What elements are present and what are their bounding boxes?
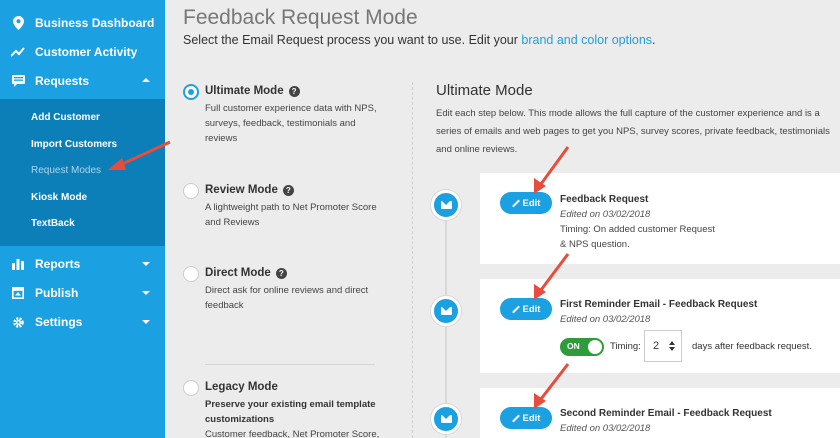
mode-option-review[interactable]: Review Mode? A lightweight path to Net P… [183,183,383,233]
days-value: 2 [653,340,660,352]
envelope-icon [440,415,452,423]
mode-option-direct[interactable]: Direct Mode? Direct ask for online revie… [183,266,383,316]
section-description: Edit each step below. This mode allows t… [436,108,830,155]
chevron-down-icon [142,320,150,324]
step-card-second-reminder: Edit Second Reminder Email - Feedback Re… [480,388,840,438]
submenu-item-add-customer[interactable]: Add Customer [0,105,165,132]
chevron-down-icon [142,262,150,266]
sidebar-item-business-dashboard[interactable]: Business Dashboard [0,8,165,37]
radio-ultimate-mode[interactable] [183,84,199,100]
mode-description: Full customer experience data with NPS, … [205,103,377,144]
chevron-down-icon [142,291,150,295]
mode-option-ultimate[interactable]: Ultimate Mode? Full customer experience … [183,84,383,154]
mode-description-strong: Preserve your existing email template cu… [205,399,376,425]
days-after-label: days after feedback request. [692,341,812,352]
pencil-icon [512,415,519,422]
step-title: Second Reminder Email - Feedback Request [560,408,772,419]
sidebar-item-settings[interactable]: Settings [0,308,165,337]
sidebar-item-requests[interactable]: Requests [0,66,165,95]
envelope-icon [440,307,452,315]
step-title: Feedback Request [560,194,649,205]
submenu-item-kiosk-mode[interactable]: Kiosk Mode [0,185,165,212]
step-email-icon [431,296,461,326]
sidebar-item-label: Customer Activity [35,44,138,59]
help-icon[interactable]: ? [288,85,300,97]
step-email-icon [431,404,461,434]
radio-legacy-mode[interactable] [183,380,199,396]
submenu-item-import-customers[interactable]: Import Customers [0,132,165,159]
message-icon [11,74,25,88]
step-card-first-reminder: Edit First Reminder Email - Feedback Req… [480,279,840,373]
step-edited-date: Edited on 03/02/2018 [560,314,651,325]
pencil-icon [512,306,519,313]
sidebar-item-label: Settings [35,315,83,329]
days-stepper[interactable]: 2 [644,330,682,362]
mode-description: Direct ask for online reviews and direct… [205,285,369,311]
sidebar-item-label: Requests [35,73,90,88]
mode-option-legacy[interactable]: Legacy Mode Preserve your existing email… [183,380,383,438]
edit-button[interactable]: Edit [500,407,552,429]
page-title: Feedback Request Mode [183,6,418,29]
pencil-icon [512,200,519,207]
section-title: Ultimate Mode [436,82,533,99]
publish-icon [11,286,25,300]
step-card-feedback-request: Edit Feedback Request Edited on 03/02/20… [480,173,840,264]
edit-button[interactable]: Edit [500,298,552,320]
mode-title: Direct Mode [205,267,271,279]
trend-line-icon [11,45,25,59]
page-subtitle: Select the Email Request process you wan… [183,33,656,47]
submenu-item-textback[interactable]: TextBack [0,211,165,238]
edit-button[interactable]: Edit [500,192,552,214]
stepper-arrows-icon[interactable] [669,341,675,351]
column-divider [412,82,413,438]
step-edited-date: Edited on 03/02/2018 [560,423,651,434]
sidebar-item-customer-activity[interactable]: Customer Activity [0,37,165,66]
mode-description: Customer feedback, Net Promoter Score, [205,429,380,438]
help-icon[interactable]: ? [275,267,287,279]
help-icon[interactable]: ? [282,184,294,196]
step-edited-date: Edited on 03/02/2018 [560,209,651,220]
radio-direct-mode[interactable] [183,266,199,282]
envelope-icon [440,201,452,209]
brand-color-options-link[interactable]: brand and color options [521,33,652,47]
sidebar-item-label: Publish [35,286,79,300]
sidebar-item-reports[interactable]: Reports [0,250,165,279]
chevron-up-icon [142,77,150,82]
step-timing: Timing: On added customer Request & NPS … [560,224,715,250]
sidebar-item-label: Business Dashboard [35,15,155,30]
step-title: First Reminder Email - Feedback Request [560,299,758,310]
mode-title: Review Mode [205,184,278,196]
gear-icon [11,315,25,329]
sidebar-item-label: Reports [35,257,81,271]
step-email-icon [431,190,461,220]
mode-description: A lightweight path to Net Promoter Score… [205,202,377,228]
submenu-item-request-modes[interactable]: Request Modes [0,158,165,185]
sidebar: Business Dashboard Customer Activity Req… [0,0,165,438]
timing-label: Timing: [610,341,641,352]
mode-title: Legacy Mode [205,381,278,393]
mode-title: Ultimate Mode [205,85,284,97]
map-pin-icon [11,15,25,30]
step-enabled-toggle[interactable]: ON [560,338,604,356]
divider [205,364,375,365]
requests-submenu: Add Customer Import Customers Request Mo… [0,99,165,246]
radio-review-mode[interactable] [183,183,199,199]
bar-chart-icon [11,257,25,271]
sidebar-item-publish[interactable]: Publish [0,279,165,308]
